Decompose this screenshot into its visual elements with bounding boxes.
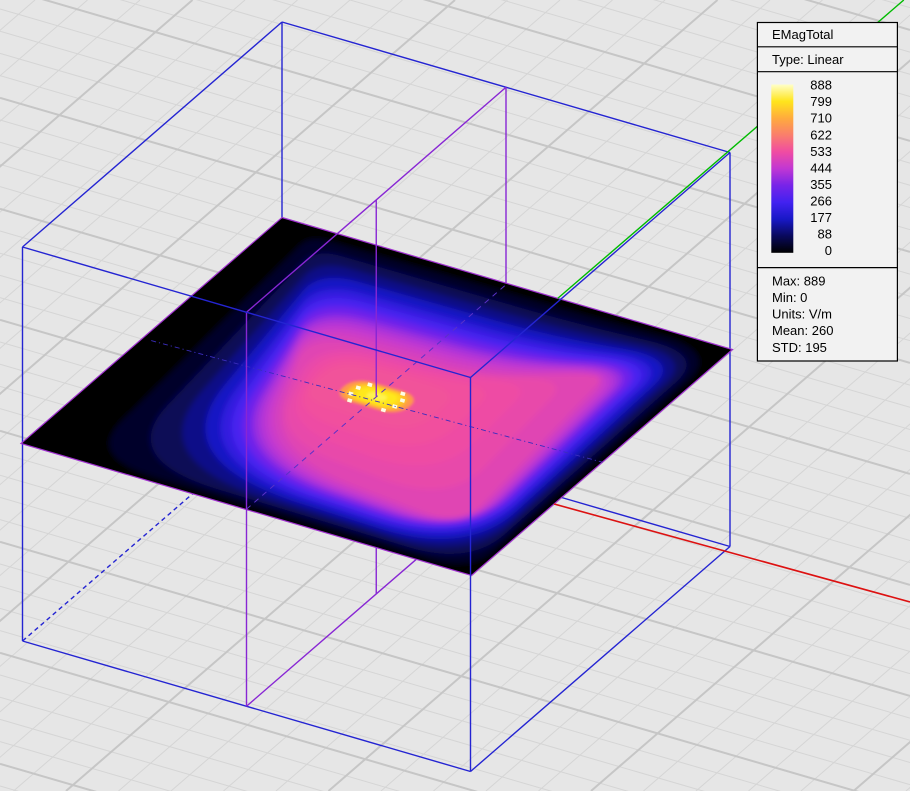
svg-text:533: 533: [810, 144, 832, 159]
svg-text:0: 0: [825, 243, 832, 258]
svg-text:88: 88: [818, 227, 832, 242]
svg-text:Min: 0: Min: 0: [772, 290, 807, 305]
svg-text:Units: V/m: Units: V/m: [772, 307, 832, 322]
svg-text:888: 888: [810, 78, 832, 93]
svg-text:799: 799: [810, 94, 832, 109]
svg-text:Mean: 260: Mean: 260: [772, 323, 833, 338]
svg-text:355: 355: [810, 177, 832, 192]
svg-text:Type: Linear: Type: Linear: [772, 52, 844, 67]
svg-text:EMagTotal: EMagTotal: [772, 27, 834, 42]
svg-text:STD: 195: STD: 195: [772, 340, 827, 355]
svg-text:622: 622: [810, 127, 832, 142]
svg-text:710: 710: [810, 111, 832, 126]
svg-text:266: 266: [810, 194, 832, 209]
svg-text:Max: 889: Max: 889: [772, 273, 825, 288]
svg-text:177: 177: [810, 210, 832, 225]
svg-text:444: 444: [810, 160, 832, 175]
